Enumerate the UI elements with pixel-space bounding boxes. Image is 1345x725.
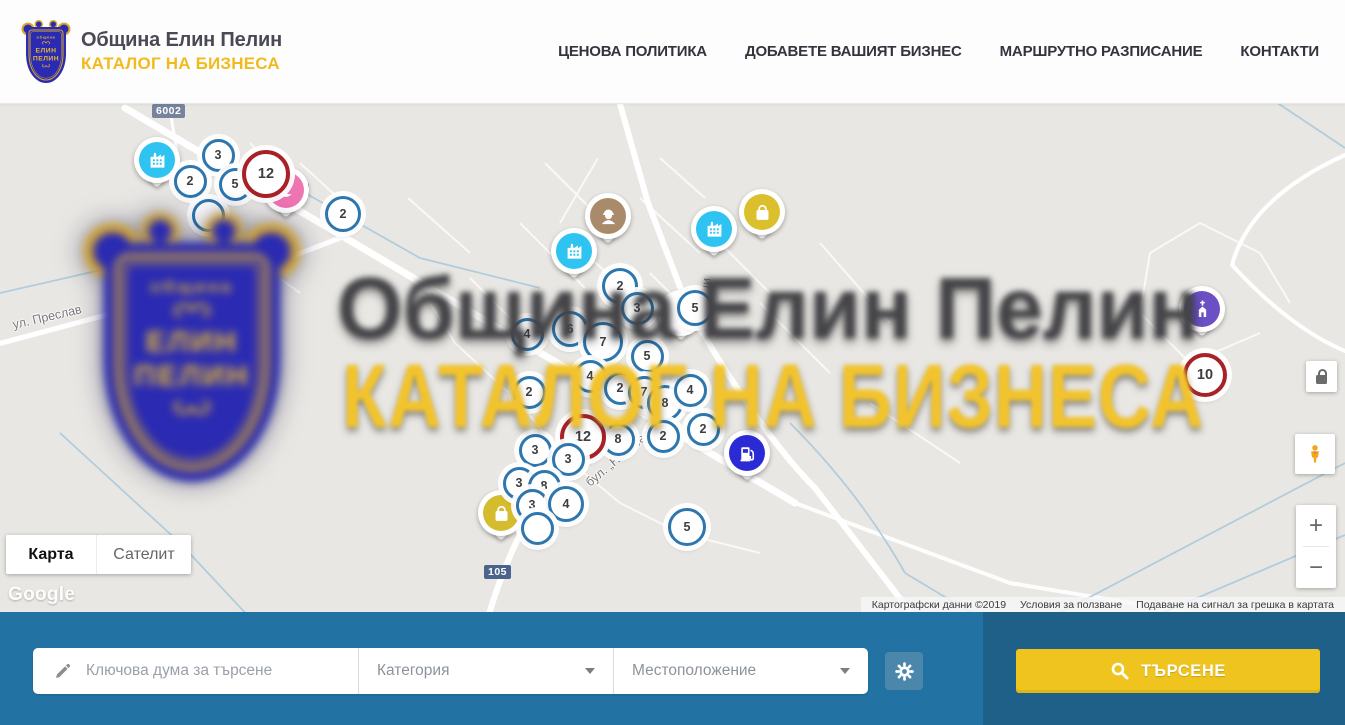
advanced-settings-button[interactable] xyxy=(885,652,923,690)
map-canvas[interactable]: 6002105ул. Преславбул. „Новоселци 325122… xyxy=(0,103,1345,612)
header: община ЕЛИН ПЕЛИН Община Елин Пелин КАТА… xyxy=(0,0,1345,104)
attribution-terms-link[interactable]: Условия за ползване xyxy=(1013,599,1129,611)
search-button[interactable]: ТЪРСЕНЕ xyxy=(1016,649,1320,693)
google-logo[interactable]: Google xyxy=(8,584,75,606)
location-select[interactable]: Местоположение xyxy=(614,648,868,694)
factory-icon xyxy=(139,142,175,178)
nav-item-pricing[interactable]: ЦЕНОВА ПОЛИТИКА xyxy=(558,43,707,60)
cluster-marker[interactable]: 3 xyxy=(552,443,585,476)
cluster-marker[interactable]: 2 xyxy=(687,413,720,446)
crest-ornament-icon xyxy=(37,63,55,68)
cluster-marker[interactable] xyxy=(192,199,225,232)
cluster-marker[interactable] xyxy=(521,512,554,545)
site-logo[interactable]: община ЕЛИН ПЕЛИН Община Елин Пелин КАТА… xyxy=(21,20,282,84)
road-number-label: 105 xyxy=(484,565,511,579)
map-pin-factory[interactable] xyxy=(551,228,597,274)
cluster-marker[interactable]: 4 xyxy=(674,374,707,407)
cluster-marker[interactable]: 2 xyxy=(647,420,680,453)
church-icon xyxy=(1184,291,1220,327)
cluster-marker[interactable]: 2 xyxy=(325,196,361,232)
nav-item-route-schedule[interactable]: МАРШРУТНО РАЗПИСАНИЕ xyxy=(1000,43,1203,60)
map-type-satellite-button[interactable]: Сателит xyxy=(97,535,191,574)
site-subtitle: КАТАЛОГ НА БИЗНЕСА xyxy=(81,54,282,74)
cluster-marker[interactable]: 8 xyxy=(602,423,635,456)
main-nav: ЦЕНОВА ПОЛИТИКА ДОБАВЕТЕ ВАШИЯТ БИЗНЕС М… xyxy=(558,43,1319,60)
search-button-label: ТЪРСЕНЕ xyxy=(1141,662,1226,681)
category-select-value: Категория xyxy=(377,662,449,680)
page: община ЕЛИН ПЕЛИН Община Елин Пелин КАТА… xyxy=(0,0,1345,725)
shopping-bag-icon xyxy=(744,194,780,230)
cluster-marker[interactable]: 5 xyxy=(668,508,706,546)
cluster-marker[interactable]: 3 xyxy=(621,292,654,325)
cluster-marker[interactable]: 4 xyxy=(574,360,607,393)
shopping-bag-icon xyxy=(483,495,519,531)
map-pin-fuel[interactable] xyxy=(724,430,770,476)
gear-icon xyxy=(894,661,915,682)
lock-icon xyxy=(1316,375,1327,384)
category-select[interactable]: Категория xyxy=(359,648,613,694)
road-number-label: 6002 xyxy=(152,104,185,118)
zoom-out-button[interactable]: − xyxy=(1296,547,1336,588)
search-bar: Категория Местоположение xyxy=(0,612,1345,725)
site-title: Община Елин Пелин xyxy=(81,29,282,52)
cluster-marker[interactable]: 3 xyxy=(519,434,552,467)
search-field-group: Категория Местоположение xyxy=(33,648,868,694)
zoom-in-button[interactable]: + xyxy=(1296,505,1336,546)
pegman-icon xyxy=(1304,443,1326,465)
attribution-report-error-link[interactable]: Подаване на сигнал за грешка в картата xyxy=(1129,599,1341,611)
factory-icon xyxy=(556,233,592,269)
cluster-marker[interactable]: 2 xyxy=(174,165,207,198)
keyword-field[interactable] xyxy=(33,648,358,694)
chevron-down-icon xyxy=(840,668,850,674)
cluster-marker[interactable]: 5 xyxy=(631,340,664,373)
map-attribution: Картографски данни ©2019 Условия за полз… xyxy=(861,597,1345,612)
search-icon xyxy=(1110,661,1130,681)
map-pin-shopping-bag[interactable] xyxy=(739,189,785,235)
nav-item-contacts[interactable]: КОНТАКТИ xyxy=(1240,43,1319,60)
map-type-map-button[interactable]: Карта xyxy=(6,535,97,574)
zoom-control: + − xyxy=(1296,505,1336,588)
cluster-marker[interactable]: 2 xyxy=(513,376,546,409)
attribution-copyright: Картографски данни ©2019 xyxy=(865,599,1013,611)
cluster-marker[interactable]: 4 xyxy=(548,486,584,522)
map-pin-factory[interactable] xyxy=(691,206,737,252)
chevron-down-icon xyxy=(585,668,595,674)
crest-top-word: община xyxy=(37,35,56,40)
fuel-icon xyxy=(729,435,765,471)
crest-ornament-icon xyxy=(37,40,55,45)
crest-name-line2: ПЕЛИН xyxy=(33,54,59,62)
municipality-crest-icon: община ЕЛИН ПЕЛИН xyxy=(21,20,71,84)
cluster-marker[interactable]: 4 xyxy=(511,318,544,351)
factory-icon xyxy=(696,211,732,247)
cluster-marker[interactable]: 7 xyxy=(583,322,623,362)
location-select-value: Местоположение xyxy=(632,662,756,680)
map-pin-factory[interactable] xyxy=(134,137,180,183)
map-pin-church[interactable] xyxy=(1179,286,1225,332)
nav-item-add-business[interactable]: ДОБАВЕТЕ ВАШИЯТ БИЗНЕС xyxy=(745,43,962,60)
cluster-marker[interactable]: 12 xyxy=(242,150,290,198)
keyword-search-input[interactable] xyxy=(84,661,338,681)
crest-name-line1: ЕЛИН xyxy=(36,46,57,54)
cluster-marker[interactable]: 10 xyxy=(1183,353,1227,397)
cluster-marker[interactable]: 5 xyxy=(677,290,713,326)
fullscreen-lock-button[interactable] xyxy=(1306,361,1337,392)
map-type-control: Карта Сателит xyxy=(6,535,191,574)
street-view-pegman-button[interactable] xyxy=(1295,434,1335,474)
cluster-marker[interactable]: 3 xyxy=(202,139,235,172)
pencil-icon xyxy=(53,662,72,681)
